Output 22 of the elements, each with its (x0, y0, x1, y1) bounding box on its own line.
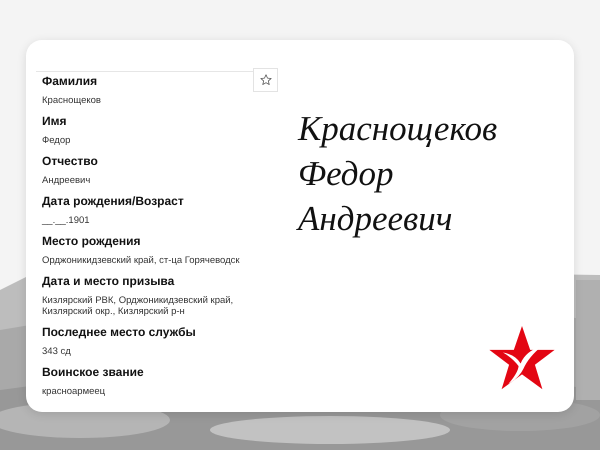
field-value: Федор (42, 135, 72, 146)
field-label: Фамилия (42, 74, 98, 89)
field-value: Орджоникидзевский край, ст-ца Горячеводск (42, 255, 241, 266)
star-logo (488, 324, 556, 392)
name-heading: Андреевич (298, 198, 454, 240)
field-value: 343 сд (42, 346, 72, 357)
name-heading: Краснощеков (298, 108, 498, 150)
field-value: красноармеец (42, 386, 106, 397)
field-value: Краснощеков (42, 95, 102, 106)
field-label: Дата и место призыва (42, 274, 174, 289)
field-label: Воинское звание (42, 365, 144, 380)
star-icon (258, 73, 272, 87)
field-value: __.__.1901 (42, 215, 91, 226)
name-heading: Федор (298, 153, 395, 195)
field-label: Отчество (42, 154, 98, 169)
field-value: Андреевич (42, 175, 92, 186)
field-label: Имя (42, 114, 67, 129)
field-label: Место рождения (42, 234, 140, 249)
favorite-button[interactable] (253, 68, 278, 92)
field-label: Дата рождения/Возраст (42, 194, 184, 209)
field-value: Кизлярский РВК, Орджоникидзевский край, Кизлярский окр., Кизлярский р-н (42, 295, 234, 317)
field-label: Последнее место службы (42, 325, 196, 340)
